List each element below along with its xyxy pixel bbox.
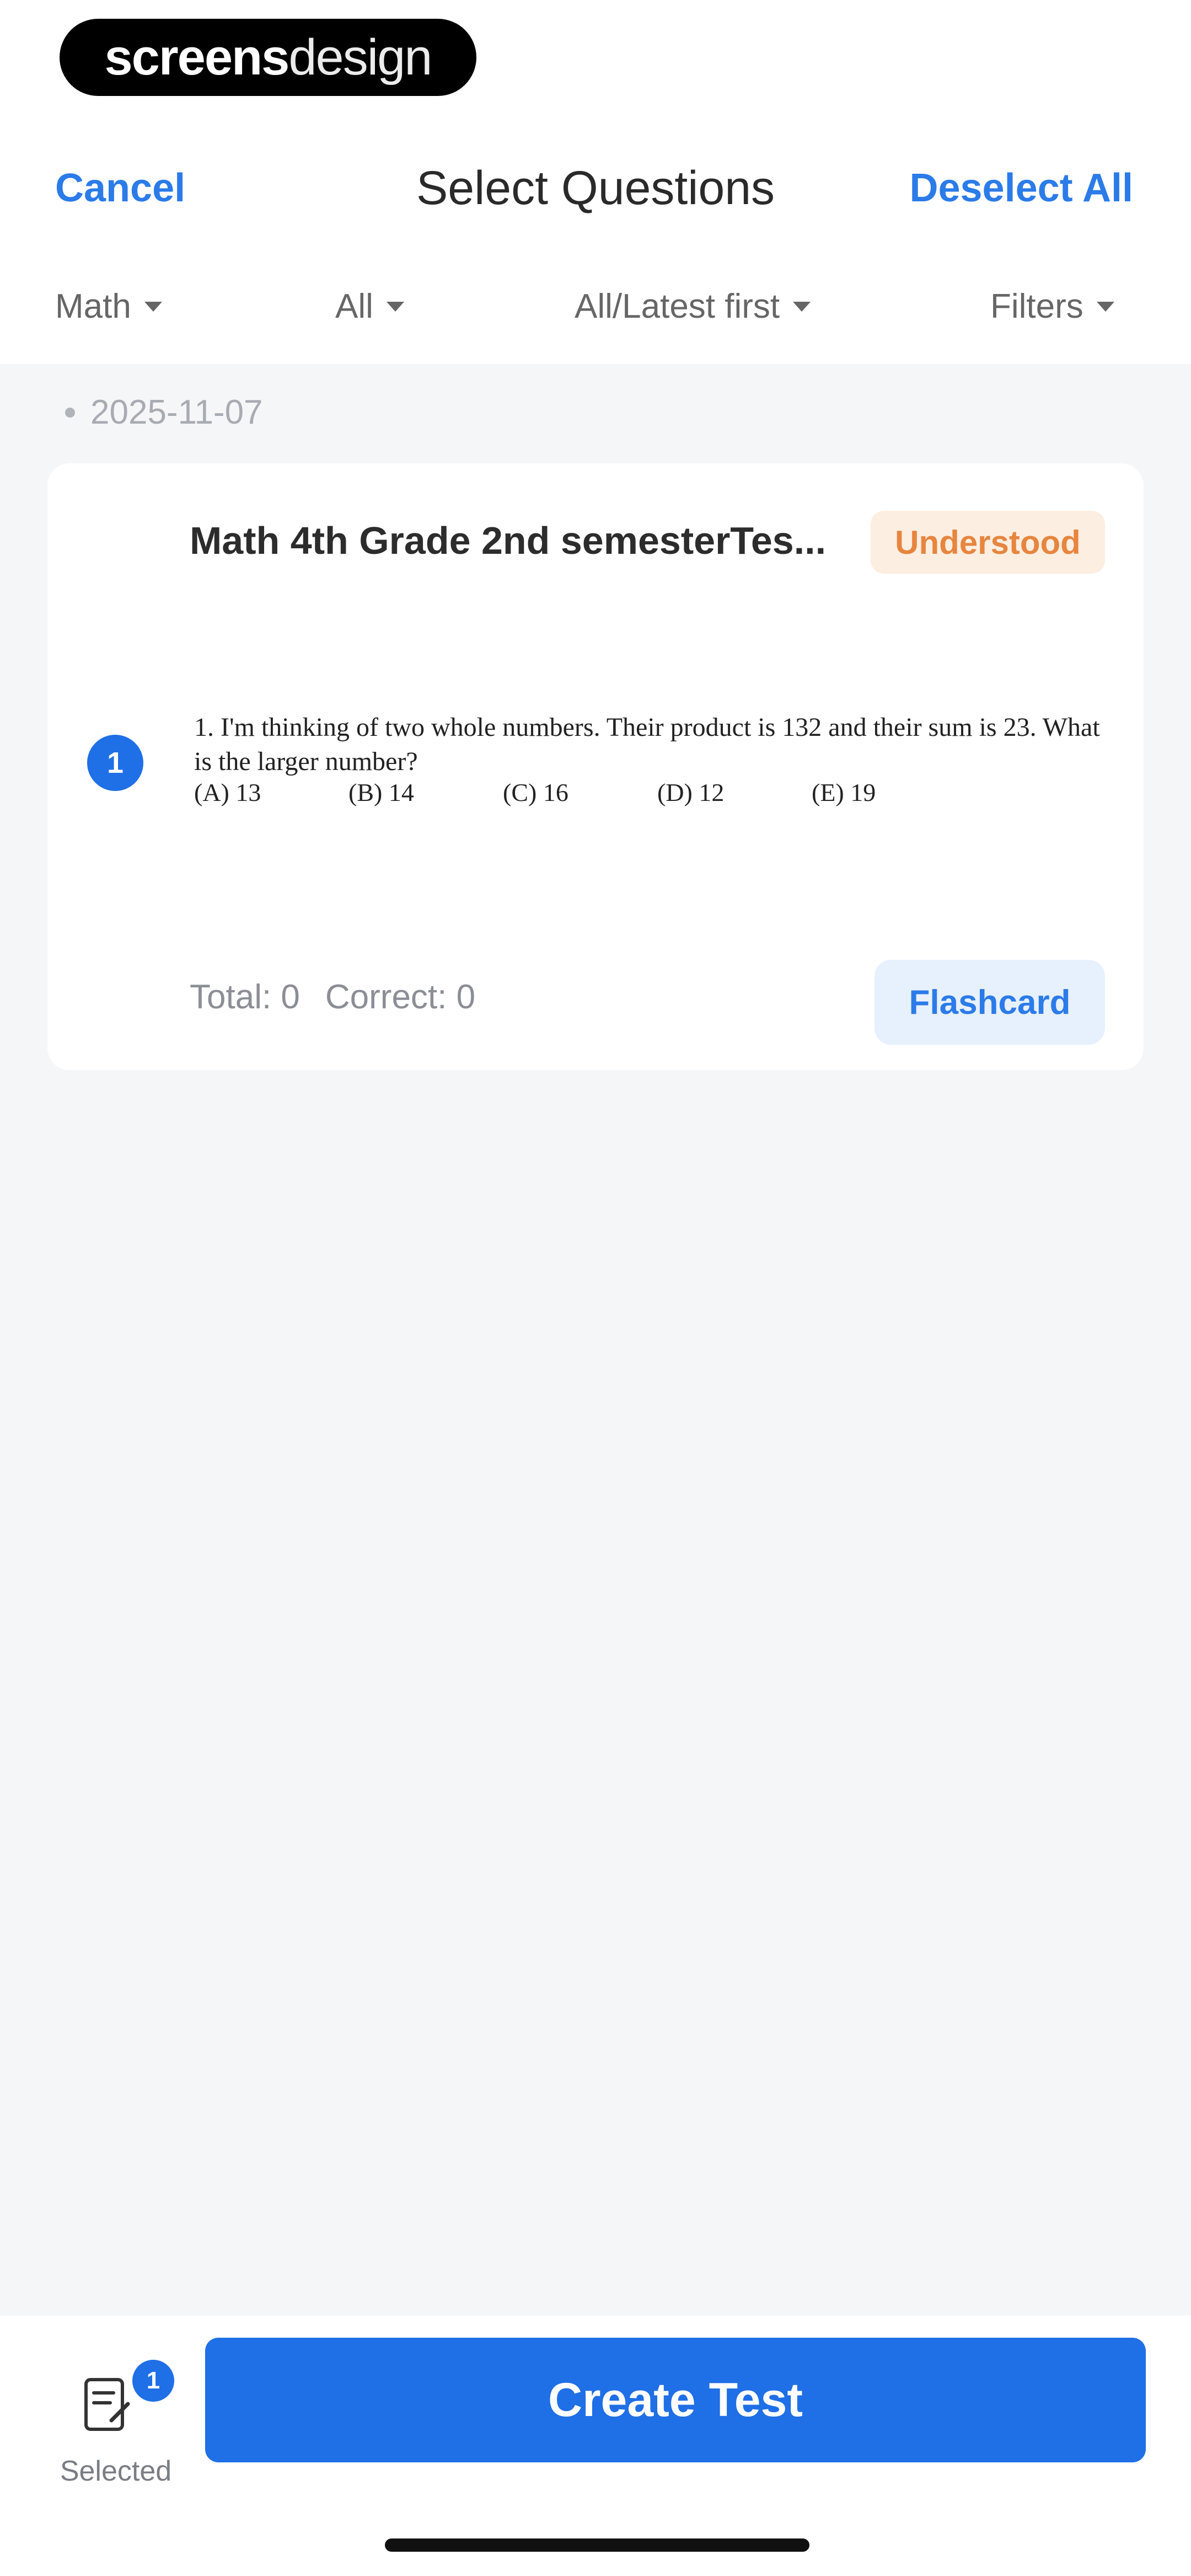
selected-tray-button[interactable]: 1 Selected: [50, 2347, 182, 2490]
filter-bar: Math All All/Latest first Filters: [0, 276, 1191, 342]
caret-down-icon: [386, 301, 404, 312]
date-group-header: 2025-11-07: [65, 393, 263, 432]
question-card[interactable]: Math 4th Grade 2nd semesterTes... Unders…: [47, 463, 1144, 1070]
more-filters[interactable]: Filters: [990, 287, 1114, 326]
option-d: (D) 12: [657, 778, 725, 806]
select-questions-screen: screensdesign Cancel Select Questions De…: [0, 0, 1191, 2576]
option-e: (E) 19: [812, 778, 876, 806]
selected-questions-icon: [84, 2378, 130, 2431]
option-c: (C) 16: [503, 778, 568, 806]
status-filter-label: All: [335, 287, 373, 325]
card-stats: Total: 0 Correct: 0: [190, 977, 475, 1017]
correct-count: Correct: 0: [325, 978, 476, 1016]
header-area: screensdesign Cancel Select Questions De…: [0, 0, 1191, 364]
sort-filter-label: All/Latest first: [575, 287, 780, 325]
nav-bar: Cancel Select Questions Deselect All: [0, 149, 1191, 232]
subject-filter-label: Math: [55, 287, 131, 325]
option-a: (A) 13: [194, 778, 261, 806]
total-count: Total: 0: [190, 978, 300, 1016]
question-text: 1. I'm thinking of two whole numbers. Th…: [194, 713, 1100, 776]
logo-light: design: [288, 29, 432, 85]
more-filters-label: Filters: [990, 287, 1083, 325]
home-indicator: [385, 2538, 809, 2552]
caret-down-icon: [144, 301, 162, 312]
deselect-all-button[interactable]: Deselect All: [909, 165, 1133, 211]
status-badge: Understood: [871, 511, 1105, 574]
option-b: (B) 14: [348, 778, 414, 806]
selected-count-badge: 1: [132, 2360, 174, 2402]
question-selected-checkbox[interactable]: 1: [87, 735, 143, 791]
create-test-button[interactable]: Create Test: [205, 2338, 1146, 2462]
screensdesign-logo: screensdesign: [60, 19, 476, 96]
logo-bold: screens: [104, 29, 290, 85]
sort-filter[interactable]: All/Latest first: [575, 287, 811, 326]
dot-icon: [65, 407, 75, 418]
card-title: Math 4th Grade 2nd semesterTes...: [190, 519, 827, 562]
caret-down-icon: [1096, 301, 1114, 312]
selected-label: Selected: [60, 2455, 172, 2487]
caret-down-icon: [793, 301, 811, 312]
date-label: 2025-11-07: [90, 393, 263, 431]
answer-options: (A) 13 (B) 14 (C) 16 (D) 12 (E) 19: [194, 778, 966, 816]
flashcard-button[interactable]: Flashcard: [875, 960, 1105, 1045]
status-filter[interactable]: All: [335, 287, 404, 326]
subject-filter[interactable]: Math: [55, 287, 162, 326]
logo-text: screensdesign: [104, 29, 433, 85]
bottom-bar: 1 Selected Create Test: [0, 2316, 1191, 2576]
